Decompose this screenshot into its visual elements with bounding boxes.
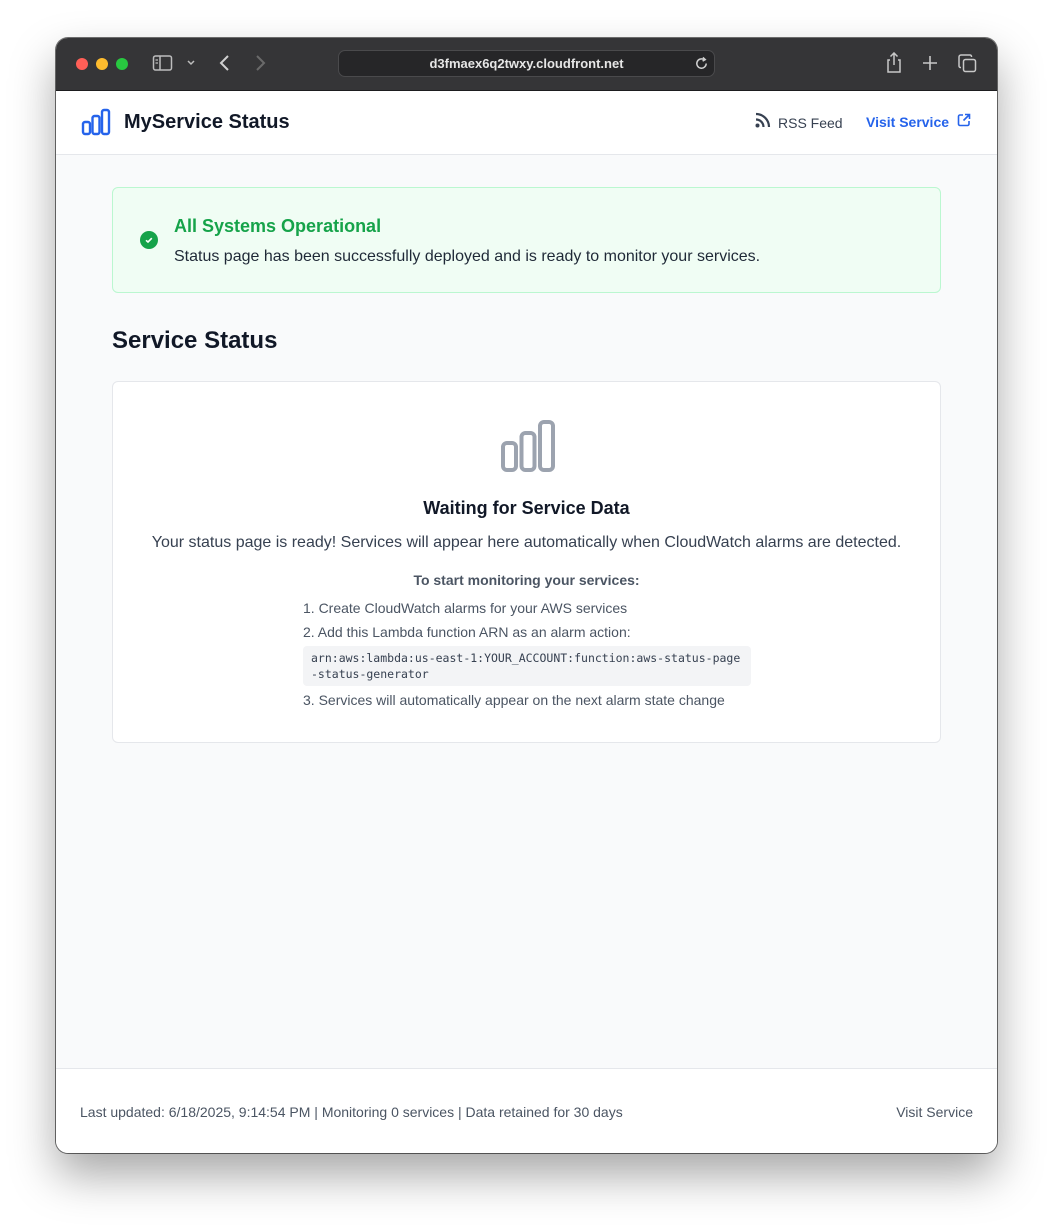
bar-chart-icon [500,419,556,480]
rss-icon [754,111,778,135]
banner-message: Status page has been successfully deploy… [174,248,761,265]
address-bar[interactable]: d3fmaex6q2twxy.cloudfront.net [338,50,715,77]
site-header: MyService Status RSS Feed Visit Service [56,91,997,155]
share-icon[interactable] [885,52,903,74]
zoom-window-button[interactable] [116,58,128,70]
browser-window: d3fmaex6q2twxy.cloudfront.net MyService … [56,38,997,1153]
step-item: 1. Create CloudWatch alarms for your AWS… [303,600,628,616]
url-text: d3fmaex6q2twxy.cloudfront.net [429,56,624,71]
footer-status-text: Last updated: 6/18/2025, 9:14:54 PM | Mo… [80,1104,623,1120]
step-item: 3. Services will automatically appear on… [303,692,725,708]
close-window-button[interactable] [76,58,88,70]
empty-state-description: Your status page is ready! Services will… [151,534,902,551]
footer-visit-service-link[interactable]: Visit Service [896,1103,973,1121]
status-banner: All Systems Operational Status page has … [112,187,941,293]
empty-state-title: Waiting for Service Data [423,498,630,518]
reload-icon[interactable] [694,56,709,71]
back-arrow-icon[interactable] [218,54,232,72]
section-title: Service Status [112,327,278,354]
site-footer: Last updated: 6/18/2025, 9:14:54 PM | Mo… [56,1068,997,1153]
external-link-icon [949,111,971,133]
browser-toolbar: d3fmaex6q2twxy.cloudfront.net [56,38,997,91]
visit-service-label: Visit Service [866,114,950,130]
visit-service-link[interactable]: Visit Service [866,111,971,133]
service-status-card: Waiting for Service Data Your status pag… [112,381,941,743]
check-circle-icon [140,231,158,254]
minimize-window-button[interactable] [96,58,108,70]
steps-heading: To start monitoring your services: [413,572,640,588]
tab-overview-icon[interactable] [958,54,977,73]
site-title: MyService Status [124,111,290,133]
bar-chart-icon [81,108,111,141]
step-item: 2. Add this Lambda function ARN as an al… [303,624,631,640]
lambda-arn-code: arn:aws:lambda:us-east-1:YOUR_ACCOUNT:fu… [303,646,751,686]
rss-feed-link[interactable]: RSS Feed [754,111,843,135]
banner-title: All Systems Operational [174,216,382,236]
forward-arrow-icon[interactable] [253,54,267,72]
sidebar-toggle-icon[interactable] [152,54,174,72]
rss-feed-label: RSS Feed [778,115,843,131]
new-tab-icon[interactable] [922,55,938,71]
chevron-down-icon[interactable] [186,59,196,67]
